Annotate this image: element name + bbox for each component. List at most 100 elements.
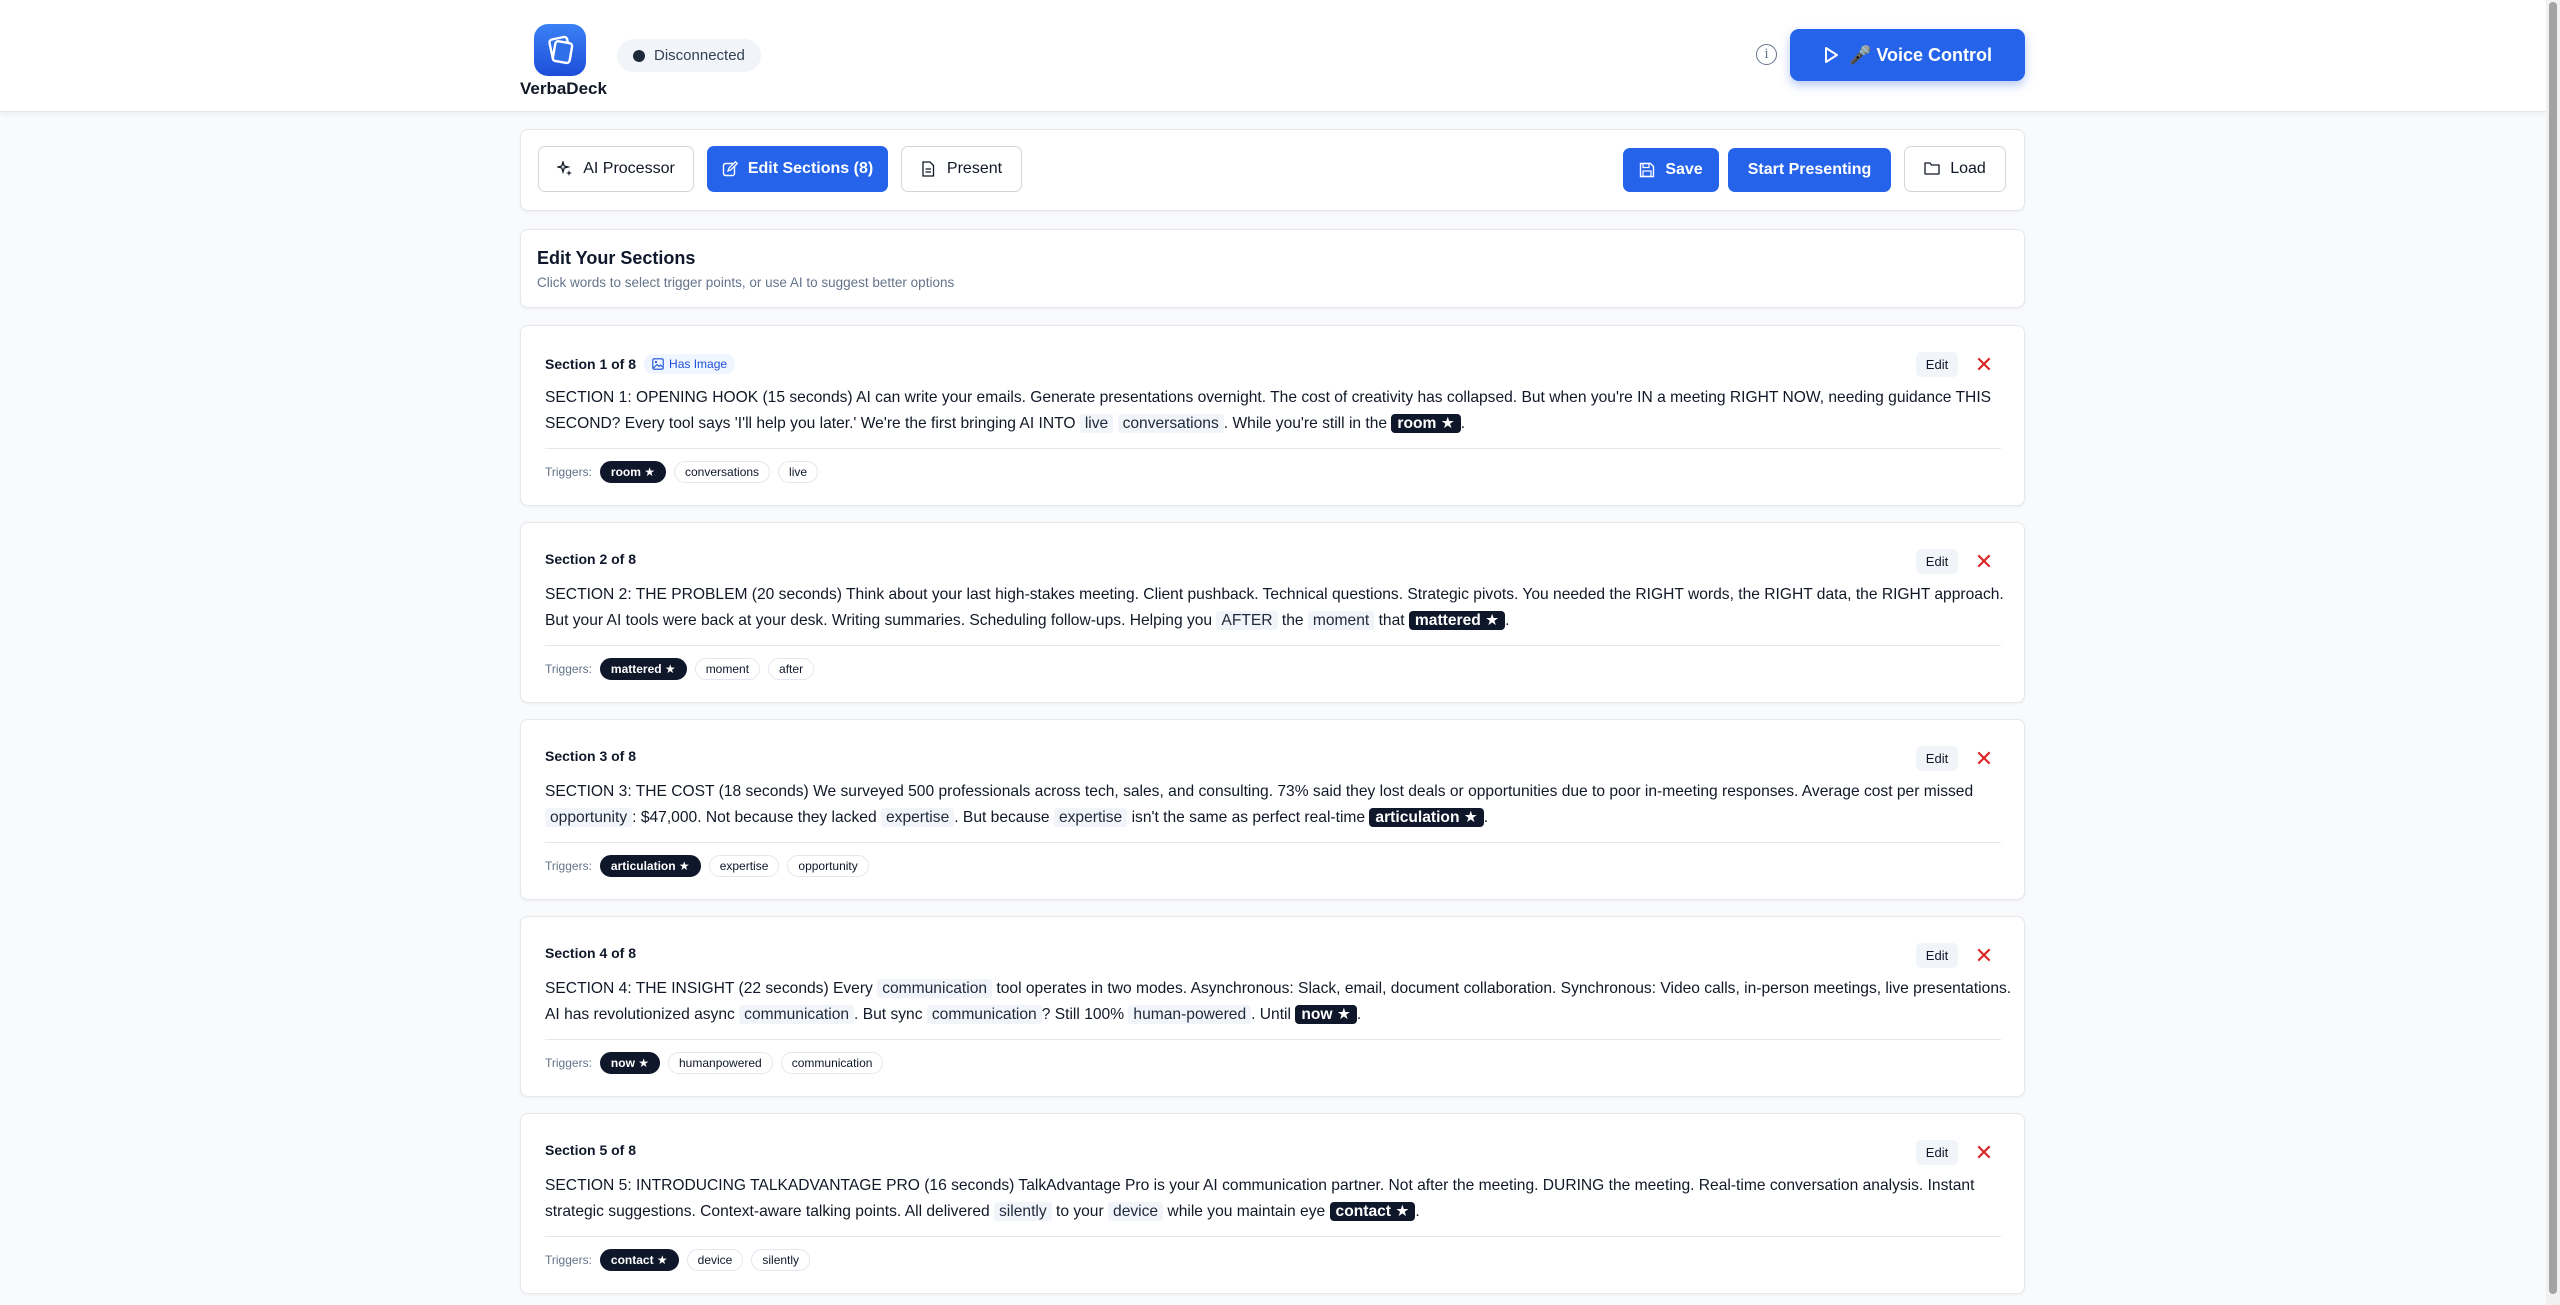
voice-control-button[interactable]: 🎤 Voice Control (1790, 29, 2025, 81)
primary-trigger-word[interactable]: contact ★ (1329, 1202, 1416, 1221)
primary-trigger-chip[interactable]: room ★ (599, 461, 666, 483)
primary-trigger-chip[interactable]: articulation ★ (599, 855, 701, 877)
section-text-run[interactable]: that (1374, 612, 1409, 629)
section-text-run[interactable] (1113, 415, 1117, 432)
trigger-chip[interactable]: conversations (674, 461, 771, 483)
folder-icon (1924, 161, 1940, 177)
section-text-run[interactable]: . But because (954, 809, 1054, 826)
section-header: Section 5 of 8 (545, 1142, 636, 1158)
section-card: Section 2 of 8 Edit ✕ SECTION 2: THE PROBLE… (520, 522, 2025, 703)
trigger-chip[interactable]: moment (694, 658, 761, 680)
edit-intro-card: Edit Your Sections Click words to select… (520, 229, 2025, 308)
section-text-run[interactable]: . Until (1251, 1006, 1295, 1023)
primary-trigger-chip[interactable]: now ★ (599, 1052, 660, 1074)
primary-trigger-word[interactable]: articulation ★ (1369, 808, 1484, 827)
section-text-run[interactable]: while you maintain eye (1163, 1203, 1329, 1220)
trigger-chip[interactable]: silently (751, 1249, 811, 1271)
section-text: SECTION 5: INTRODUCING TALKADVANTAGE PRO… (545, 1173, 2015, 1225)
section-card: Section 4 of 8 Edit ✕ SECTION 4: THE INSIGH… (520, 916, 2025, 1097)
section-divider (545, 645, 2001, 646)
delete-section-icon[interactable]: ✕ (1972, 943, 1996, 968)
delete-section-icon[interactable]: ✕ (1972, 1140, 1996, 1165)
connection-status-badge: Disconnected (617, 39, 761, 72)
trigger-word[interactable]: moment (1307, 611, 1375, 630)
info-icon[interactable]: i (1756, 44, 1777, 65)
section-text: SECTION 4: THE INSIGHT (22 seconds) Ever… (545, 976, 2015, 1028)
section-title: Section 2 of 8 (545, 551, 637, 567)
trigger-word[interactable]: silently (994, 1202, 1052, 1221)
section-text-run[interactable]: . While you're still in the (1224, 415, 1392, 432)
trigger-chip[interactable]: after (768, 658, 815, 680)
section-edit-button[interactable]: Edit (1916, 943, 1958, 968)
section-edit-button[interactable]: Edit (1916, 746, 1958, 771)
document-icon (921, 161, 937, 177)
trigger-word[interactable]: communication (877, 979, 993, 998)
trigger-chip[interactable]: expertise (708, 855, 780, 877)
section-header: Section 3 of 8 (545, 748, 636, 764)
trigger-chip[interactable]: device (686, 1249, 744, 1271)
trigger-chip[interactable]: communication (780, 1052, 884, 1074)
mode-toolbar: AI Processor Edit Sections (8) Present S… (520, 129, 2025, 211)
trigger-chips: Triggers: contact ★ device silently (545, 1249, 811, 1271)
delete-section-icon[interactable]: ✕ (1972, 549, 1996, 574)
start-presenting-button[interactable]: Start Presenting (1728, 148, 1891, 192)
section-text-run[interactable]: . (1484, 809, 1488, 826)
section-text-run[interactable]: : $47,000. Not because they lacked (632, 809, 881, 826)
trigger-word[interactable]: live (1079, 414, 1114, 433)
section-text-run[interactable]: . But sync (854, 1006, 927, 1023)
section-text: SECTION 1: OPENING HOOK (15 seconds) AI … (545, 385, 2015, 437)
section-text-run[interactable]: isn't the same as perfect real-time (1127, 809, 1369, 826)
section-text-run[interactable]: SECTION 3: THE COST (18 seconds) We surv… (545, 783, 1973, 800)
trigger-chips: Triggers: mattered ★ moment after (545, 658, 815, 680)
section-text-run[interactable]: . (1357, 1006, 1361, 1023)
trigger-word[interactable]: human-powered (1128, 1005, 1252, 1024)
section-text-run[interactable]: . (1505, 612, 1509, 629)
trigger-word[interactable]: conversations (1117, 414, 1224, 433)
trigger-word[interactable]: opportunity (545, 808, 633, 827)
section-text-run[interactable]: to your (1052, 1203, 1108, 1220)
section-text-run[interactable]: ? Still 100% (1042, 1006, 1129, 1023)
ai-processor-button[interactable]: AI Processor (538, 146, 694, 192)
load-button[interactable]: Load (1904, 146, 2006, 192)
trigger-chip[interactable]: humanpowered (668, 1052, 773, 1074)
delete-section-icon[interactable]: ✕ (1972, 352, 1996, 377)
trigger-chip[interactable]: opportunity (787, 855, 869, 877)
scrollbar[interactable] (2546, 0, 2560, 1305)
trigger-word[interactable]: communication (739, 1005, 855, 1024)
section-card: Section 5 of 8 Edit ✕ SECTION 5: INTRODUCIN… (520, 1113, 2025, 1294)
page-subtitle: Click words to select trigger points, or… (537, 275, 955, 290)
edit-sections-button[interactable]: Edit Sections (8) (707, 146, 888, 192)
image-icon (652, 358, 664, 370)
trigger-word[interactable]: expertise (880, 808, 955, 827)
save-button[interactable]: Save (1623, 148, 1719, 192)
delete-section-icon[interactable]: ✕ (1972, 746, 1996, 771)
primary-trigger-word[interactable]: room ★ (1391, 414, 1461, 433)
section-edit-button[interactable]: Edit (1916, 1140, 1958, 1165)
trigger-word[interactable]: device (1108, 1202, 1164, 1221)
brand-name: VerbaDeck (520, 79, 607, 98)
section-card: Section 3 of 8 Edit ✕ SECTION 3: THE COST (… (520, 719, 2025, 900)
section-edit-button[interactable]: Edit (1916, 549, 1958, 574)
section-text-run[interactable]: . (1415, 1203, 1419, 1220)
trigger-word[interactable]: AFTER (1216, 611, 1278, 630)
present-button[interactable]: Present (901, 146, 1022, 192)
trigger-word[interactable]: communication (926, 1005, 1042, 1024)
section-title: Section 4 of 8 (545, 945, 637, 961)
section-text-run[interactable]: the (1278, 612, 1308, 629)
logo[interactable]: VerbaDeck (520, 24, 607, 99)
primary-trigger-chip[interactable]: contact ★ (599, 1249, 679, 1271)
primary-trigger-chip[interactable]: mattered ★ (599, 658, 687, 680)
section-text-run[interactable]: SECTION 4: THE INSIGHT (22 seconds) Ever… (545, 980, 877, 997)
section-divider (545, 842, 2001, 843)
section-card: Section 1 of 8 Has Image Edit ✕ SECTION 1: O… (520, 325, 2025, 506)
section-header: Section 1 of 8 Has Image (545, 354, 736, 374)
primary-trigger-word[interactable]: now ★ (1295, 1005, 1357, 1024)
section-edit-button[interactable]: Edit (1916, 352, 1958, 377)
primary-trigger-word[interactable]: mattered ★ (1408, 611, 1506, 630)
trigger-word[interactable]: expertise (1053, 808, 1128, 827)
scrollbar-thumb[interactable] (2549, 2, 2557, 1294)
section-text-run[interactable]: . (1461, 415, 1465, 432)
triggers-label: Triggers: (545, 662, 592, 676)
section-header: Section 2 of 8 (545, 551, 636, 567)
trigger-chip[interactable]: live (778, 461, 819, 483)
